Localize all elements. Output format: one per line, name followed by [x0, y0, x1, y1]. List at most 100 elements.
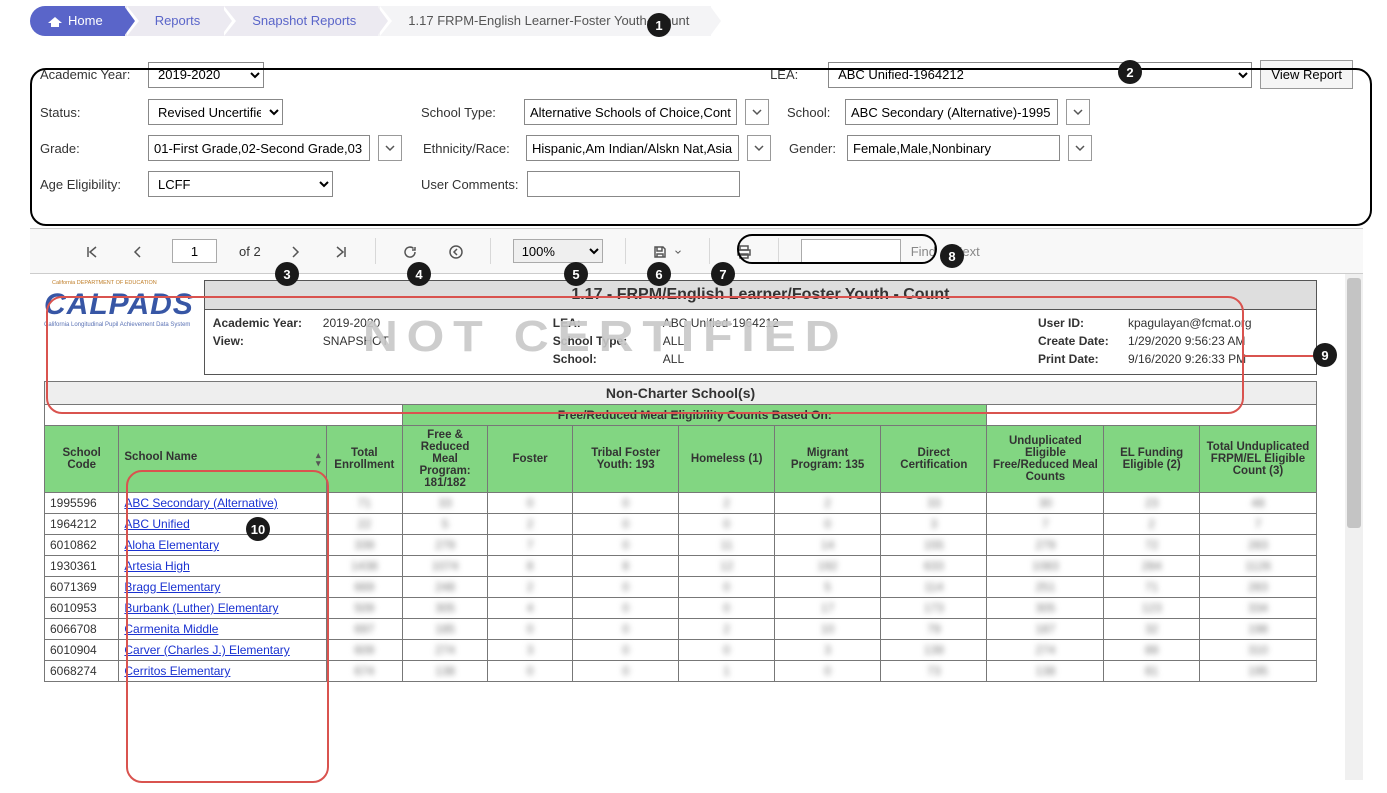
gender-dropdown-icon[interactable]: [1068, 135, 1092, 161]
school-type-input[interactable]: [524, 99, 737, 125]
school-label: School:: [787, 105, 837, 120]
school-type-dropdown-icon[interactable]: [745, 99, 769, 125]
grade-input[interactable]: [148, 135, 370, 161]
cell-value: 155: [881, 535, 987, 556]
home-icon: [48, 14, 62, 26]
cell-code: 1964212: [45, 514, 119, 535]
cell-value: 0: [679, 640, 775, 661]
col-tribal[interactable]: Tribal Foster Youth: 193: [573, 426, 679, 493]
col-enroll[interactable]: Total Enrollment: [326, 426, 403, 493]
status-select[interactable]: Revised Uncertified: [148, 99, 283, 125]
sort-icon: ▴▾: [316, 451, 321, 467]
cell-name: Carmenita Middle: [119, 619, 326, 640]
table-row: 6071369Bragg Elementary66924820051142517…: [45, 577, 1317, 598]
col-direct[interactable]: Direct Certification: [881, 426, 987, 493]
cell-value: 173: [881, 598, 987, 619]
school-dropdown-icon[interactable]: [1066, 99, 1090, 125]
zoom-select[interactable]: 100%: [513, 239, 603, 263]
find-button[interactable]: Find: [911, 244, 936, 259]
col-total[interactable]: Total Unduplicated FRPM/EL Eligible Coun…: [1199, 426, 1316, 493]
first-page-button[interactable]: [80, 237, 104, 266]
col-undup[interactable]: Unduplicated Eligible Free/Reduced Meal …: [987, 426, 1104, 493]
col-name[interactable]: School Name▴▾: [119, 426, 326, 493]
cell-value: 1074: [403, 556, 488, 577]
cell-value: 17: [774, 598, 880, 619]
cell-value: 4: [488, 598, 573, 619]
cell-value: 1: [679, 661, 775, 682]
find-input[interactable]: [801, 239, 901, 263]
cell-value: 7: [488, 535, 573, 556]
cell-value: 0: [679, 598, 775, 619]
report-body: California DEPARTMENT OF EDUCATION CALPA…: [30, 274, 1363, 780]
comments-input[interactable]: [527, 171, 740, 197]
status-label: Status:: [40, 105, 140, 120]
scrollbar[interactable]: [1345, 274, 1363, 780]
cell-name: Burbank (Luther) Elementary: [119, 598, 326, 619]
find-next-button[interactable]: | Next: [946, 244, 980, 259]
cell-value: 283: [1199, 535, 1316, 556]
school-link[interactable]: Artesia High: [124, 559, 189, 573]
col-el[interactable]: EL Funding Eligible (2): [1104, 426, 1200, 493]
view-report-button[interactable]: View Report: [1260, 60, 1353, 89]
cell-value: 0: [573, 619, 679, 640]
breadcrumb-reports[interactable]: Reports: [125, 6, 223, 36]
report-header: 1.17 - FRPM/English Learner/Foster Youth…: [204, 280, 1317, 375]
col-code[interactable]: School Code: [45, 426, 119, 493]
col-homeless[interactable]: Homeless (1): [679, 426, 775, 493]
last-page-button[interactable]: [329, 237, 353, 266]
scrollbar-thumb[interactable]: [1347, 278, 1361, 528]
cell-value: 674: [326, 661, 403, 682]
gender-input[interactable]: [847, 135, 1060, 161]
page-number-input[interactable]: [172, 239, 217, 263]
academic-year-select[interactable]: 2019-2020: [148, 62, 264, 88]
cell-value: 334: [1199, 598, 1316, 619]
school-link[interactable]: Carver (Charles J.) Elementary: [124, 643, 289, 657]
col-frmp[interactable]: Free & Reduced Meal Program: 181/182: [403, 426, 488, 493]
cell-value: 8: [573, 556, 679, 577]
cell-name: Aloha Elementary: [119, 535, 326, 556]
cell-value: 0: [573, 598, 679, 619]
school-input[interactable]: [845, 99, 1058, 125]
cell-name: Carver (Charles J.) Elementary: [119, 640, 326, 661]
ethnicity-dropdown-icon[interactable]: [747, 135, 771, 161]
school-link[interactable]: ABC Unified: [124, 517, 189, 531]
cell-value: 8: [488, 556, 573, 577]
save-button[interactable]: [648, 237, 687, 266]
cell-value: 0: [488, 619, 573, 640]
col-migrant[interactable]: Migrant Program: 135: [774, 426, 880, 493]
report-toolbar: of 2 100% Find | Next: [30, 228, 1363, 274]
refresh-button[interactable]: [398, 237, 422, 266]
breadcrumb-home[interactable]: Home: [30, 6, 125, 36]
cell-value: 284: [1104, 556, 1200, 577]
cell-value: 33: [403, 493, 488, 514]
school-link[interactable]: Carmenita Middle: [124, 622, 218, 636]
page-of-label: of 2: [239, 244, 261, 259]
school-link[interactable]: Bragg Elementary: [124, 580, 220, 594]
age-select[interactable]: LCFF: [148, 171, 333, 197]
school-link[interactable]: Aloha Elementary: [124, 538, 219, 552]
lea-label: LEA:: [770, 67, 820, 82]
cell-value: 195: [1199, 661, 1316, 682]
cell-value: 1126: [1199, 556, 1316, 577]
next-page-button[interactable]: [283, 237, 307, 266]
cell-value: 2: [774, 493, 880, 514]
ethnicity-input[interactable]: [526, 135, 739, 161]
prev-page-button[interactable]: [126, 237, 150, 266]
col-foster[interactable]: Foster: [488, 426, 573, 493]
separator: [778, 238, 779, 264]
school-link[interactable]: Cerritos Elementary: [124, 664, 230, 678]
lea-select[interactable]: ABC Unified-1964212: [828, 62, 1252, 88]
breadcrumb-snapshot[interactable]: Snapshot Reports: [222, 6, 378, 36]
grade-dropdown-icon[interactable]: [378, 135, 402, 161]
cell-name: Artesia High: [119, 556, 326, 577]
school-link[interactable]: ABC Secondary (Alternative): [124, 496, 277, 510]
cell-value: 279: [987, 535, 1104, 556]
cell-value: 72: [1104, 535, 1200, 556]
school-link[interactable]: Burbank (Luther) Elementary: [124, 601, 278, 615]
cell-value: 139: [881, 640, 987, 661]
cell-value: 7: [1199, 514, 1316, 535]
back-button[interactable]: [444, 237, 468, 266]
cell-value: 0: [679, 514, 775, 535]
print-button[interactable]: [732, 237, 756, 266]
cell-value: 192: [774, 556, 880, 577]
